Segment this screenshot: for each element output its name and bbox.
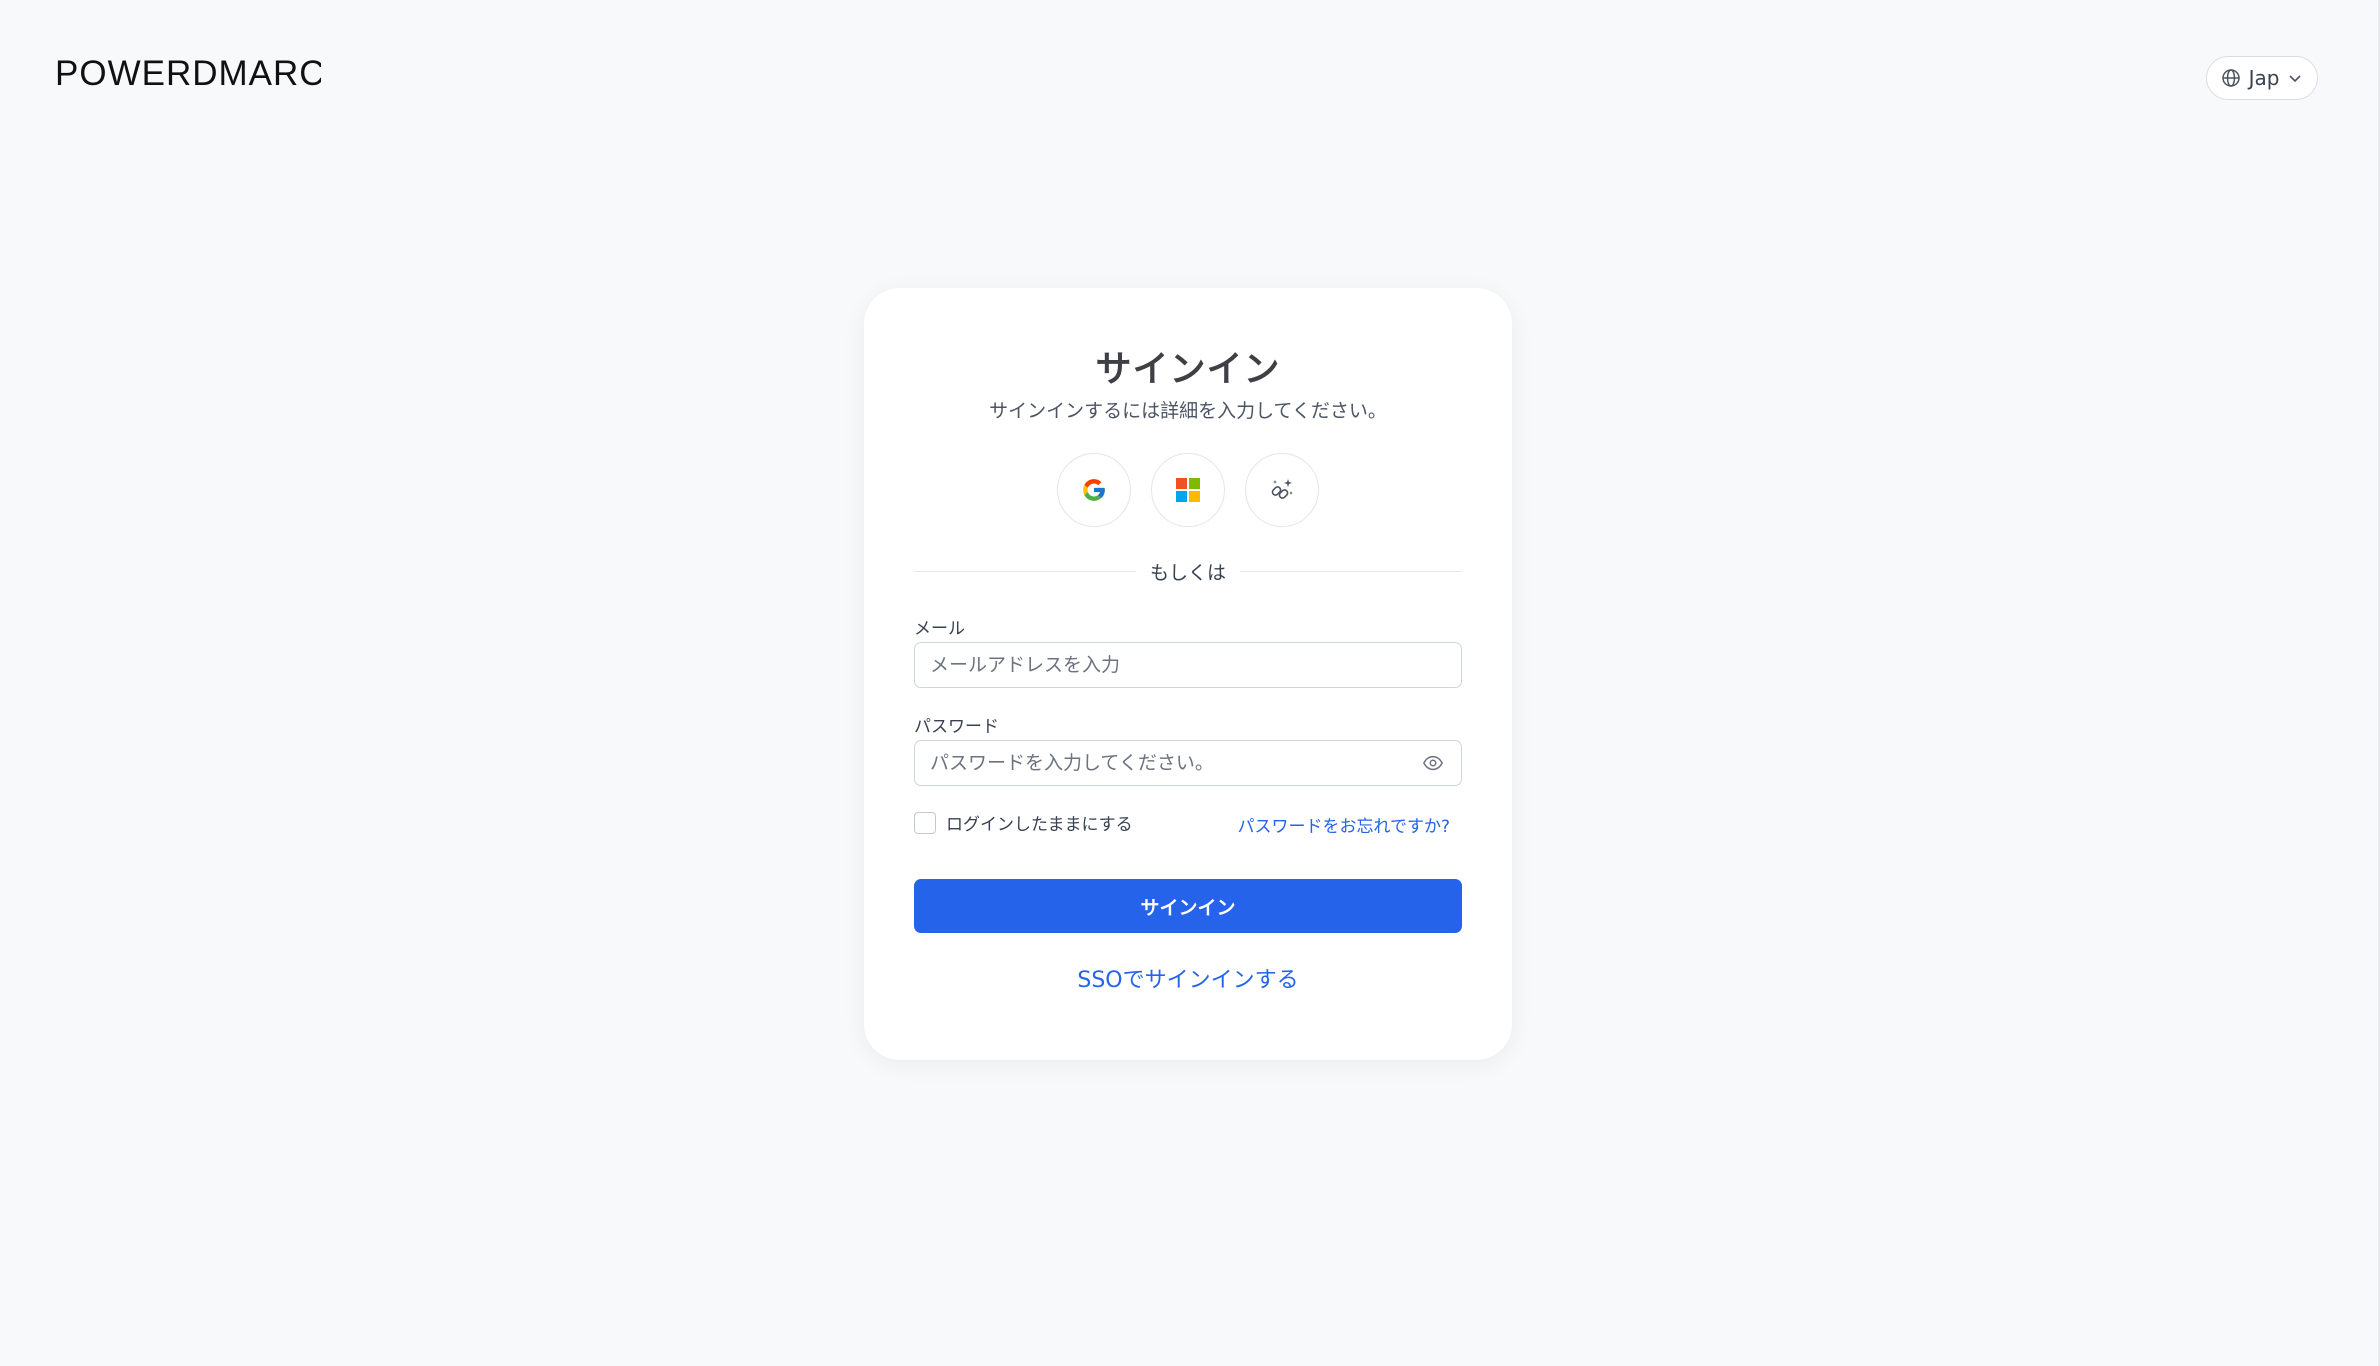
magic-link-icon: [1271, 479, 1293, 499]
email-label: メール: [914, 619, 965, 639]
email-field-wrapper: [914, 642, 1462, 688]
logo-wordmark: POWERDMARC: [55, 55, 321, 93]
remember-me-checkbox[interactable]: [914, 811, 936, 834]
page-subtitle: サインインするには詳細を入力してください。: [989, 400, 1387, 422]
page-title: サインイン: [1095, 349, 1281, 390]
divider-line-left: [914, 570, 1136, 572]
show-password-toggle[interactable]: [1420, 750, 1446, 776]
language-label: Jap: [2248, 66, 2280, 90]
chevron-down-icon: [2289, 75, 2301, 83]
password-label: パスワード: [914, 717, 999, 737]
or-divider: もしくは: [914, 558, 1463, 584]
password-field[interactable]: [930, 752, 1420, 774]
sso-signin-link[interactable]: SSOでサインインする: [864, 962, 1512, 994]
forgot-password-link[interactable]: パスワードをお忘れですか?: [1237, 812, 1450, 837]
google-icon: [1083, 479, 1105, 501]
divider-text: もしくは: [1150, 561, 1227, 584]
microsoft-signin-button[interactable]: [1151, 453, 1225, 527]
divider-line-right: [1240, 570, 1463, 572]
email-field[interactable]: [930, 654, 1446, 676]
language-selector[interactable]: Jap: [2206, 56, 2318, 100]
powerdmarc-logo[interactable]: POWERDMARC: [55, 55, 321, 93]
eye-icon: [1422, 755, 1444, 771]
magic-link-signin-button[interactable]: [1245, 453, 1319, 527]
google-signin-button[interactable]: [1057, 453, 1131, 527]
microsoft-icon: [1176, 478, 1200, 502]
signin-card: サインイン サインインするには詳細を入力してください。 もしくは メール メール…: [864, 288, 1512, 1060]
password-field-wrapper: [914, 740, 1462, 786]
remember-me: ログインしたままにする: [914, 810, 1133, 835]
remember-me-label[interactable]: ログインしたままにする: [946, 810, 1133, 835]
signin-button[interactable]: サインイン: [914, 879, 1462, 933]
login-page: POWERDMARC Jap サインイン サインインするには詳細を入力してくださ…: [0, 0, 2380, 1366]
social-login-row: [864, 453, 1512, 527]
logo-text: POWERDMARC: [55, 55, 321, 93]
globe-icon: [2221, 69, 2240, 87]
